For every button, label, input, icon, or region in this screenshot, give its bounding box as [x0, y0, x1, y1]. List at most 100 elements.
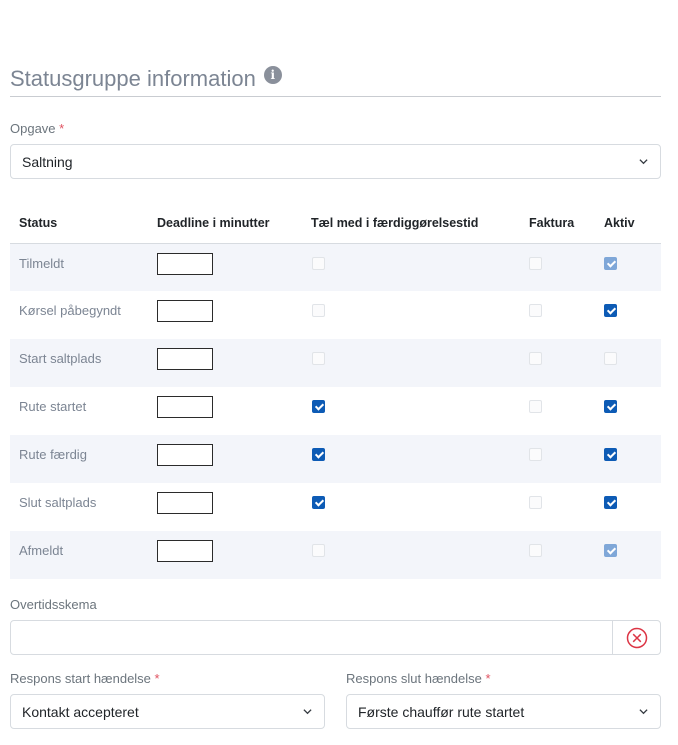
- faktura-cell: [529, 339, 604, 387]
- respons-slut-value: Første chauffør rute startet: [358, 703, 525, 720]
- deadline-input[interactable]: [157, 540, 213, 562]
- deadline-input[interactable]: [157, 252, 213, 275]
- deadline-cell: [157, 435, 311, 483]
- status-table: Status Deadline i minutter Tæl med i fær…: [10, 204, 661, 579]
- faktura-cell: [529, 483, 604, 531]
- faktura-cell: [529, 531, 604, 579]
- required-mark: *: [154, 671, 160, 686]
- taeller-checkbox: [312, 544, 325, 557]
- faktura-checkbox: [529, 352, 542, 365]
- taeller-checkbox: [312, 304, 325, 317]
- respons-slut-select[interactable]: Første chauffør rute startet: [346, 694, 661, 729]
- taeller-cell: [311, 387, 529, 435]
- faktura-checkbox: [529, 400, 542, 413]
- aktiv-checkbox[interactable]: [604, 400, 617, 413]
- faktura-cell: [529, 243, 604, 291]
- faktura-cell: [529, 435, 604, 483]
- faktura-cell: [529, 387, 604, 435]
- taeller-checkbox[interactable]: [312, 448, 325, 461]
- opgave-select-value: Saltning: [22, 153, 73, 170]
- info-icon[interactable]: i: [263, 66, 282, 84]
- taeller-cell: [311, 243, 529, 291]
- deadline-cell: [157, 531, 311, 579]
- status-name: Rute startet: [19, 399, 87, 414]
- aktiv-checkbox: [604, 544, 617, 557]
- table-row: Start saltplads: [10, 339, 661, 387]
- header-aktiv: Aktiv: [604, 204, 661, 244]
- status-name: Rute færdig: [10, 435, 157, 483]
- taeller-cell: [311, 531, 529, 579]
- chevron-down-icon: [639, 159, 648, 165]
- deadline-input[interactable]: [157, 492, 213, 514]
- faktura-checkbox: [529, 496, 542, 509]
- overtid-input-group: [10, 620, 661, 655]
- opgave-label: Opgave *: [10, 121, 64, 136]
- faktura-checkbox: [529, 448, 542, 461]
- table-row: Kørsel påbegyndt: [10, 291, 661, 339]
- taeller-checkbox[interactable]: [312, 400, 325, 413]
- table-row: Rute startet: [10, 387, 661, 435]
- respons-start-label: Respons start hændelse *: [10, 671, 160, 686]
- aktiv-cell: [604, 243, 661, 291]
- chevron-down-icon: [639, 709, 648, 715]
- table-row: Afmeldt: [10, 531, 661, 579]
- status-name: Slut saltplads: [19, 495, 97, 510]
- deadline-cell: [157, 483, 311, 531]
- taeller-cell: [311, 291, 529, 339]
- taeller-checkbox: [312, 352, 325, 365]
- required-mark: *: [59, 121, 65, 136]
- aktiv-cell: [604, 387, 661, 435]
- deadline-input[interactable]: [157, 300, 213, 322]
- status-name: Start saltplads: [10, 339, 157, 387]
- table-row: Slut saltplads: [10, 483, 661, 531]
- opgave-label-text: Opgave: [10, 121, 56, 136]
- taeller-cell: [311, 339, 529, 387]
- aktiv-cell: [604, 435, 661, 483]
- deadline-input[interactable]: [157, 348, 213, 370]
- aktiv-cell: [604, 531, 661, 579]
- taeller-checkbox[interactable]: [312, 496, 325, 509]
- taeller-cell: [311, 483, 529, 531]
- respons-slut-label: Respons slut hændelse *: [346, 671, 491, 686]
- respons-start-select[interactable]: Kontakt accepteret: [10, 694, 325, 729]
- status-name: Afmeldt: [10, 531, 157, 579]
- table-row: Tilmeldt: [10, 243, 661, 291]
- deadline-cell: [157, 291, 311, 339]
- header-status: Status: [10, 204, 157, 244]
- aktiv-checkbox: [604, 352, 617, 365]
- aktiv-checkbox[interactable]: [604, 448, 617, 461]
- faktura-checkbox: [529, 304, 542, 317]
- aktiv-checkbox[interactable]: [604, 304, 617, 317]
- table-row: Rute færdig: [10, 435, 661, 483]
- deadline-input[interactable]: [157, 444, 213, 466]
- deadline-cell: [157, 387, 311, 435]
- taeller-checkbox: [312, 256, 325, 270]
- overtid-clear-button[interactable]: [612, 621, 660, 654]
- close-circle-icon: [626, 627, 647, 648]
- respons-start-value: Kontakt accepteret: [22, 703, 139, 720]
- required-mark: *: [485, 671, 491, 686]
- faktura-cell: [529, 291, 604, 339]
- chevron-down-icon: [303, 709, 312, 715]
- deadline-cell: [157, 339, 311, 387]
- status-name: Tilmeldt: [10, 243, 157, 291]
- respons-slut-label-text: Respons slut hændelse: [346, 671, 482, 686]
- faktura-checkbox: [529, 256, 542, 270]
- aktiv-cell: [604, 291, 661, 339]
- respons-start-label-text: Respons start hændelse: [10, 671, 151, 686]
- deadline-cell: [157, 243, 311, 291]
- deadline-input[interactable]: [157, 396, 213, 418]
- header-deadline: Deadline i minutter: [157, 204, 311, 244]
- aktiv-cell: [604, 339, 661, 387]
- table-header-row: Status Deadline i minutter Tæl med i fær…: [10, 204, 661, 244]
- page-title: Statusgruppe information: [10, 66, 256, 91]
- aktiv-cell: [604, 483, 661, 531]
- overtid-input[interactable]: [11, 621, 611, 654]
- header-taeller: Tæl med i færdiggørelsestid: [311, 204, 529, 244]
- opgave-select[interactable]: Saltning: [10, 144, 661, 179]
- faktura-checkbox: [529, 544, 542, 557]
- aktiv-checkbox[interactable]: [604, 496, 617, 509]
- taeller-cell: [311, 435, 529, 483]
- aktiv-checkbox: [604, 256, 617, 270]
- overtid-label: Overtidsskema: [10, 597, 97, 612]
